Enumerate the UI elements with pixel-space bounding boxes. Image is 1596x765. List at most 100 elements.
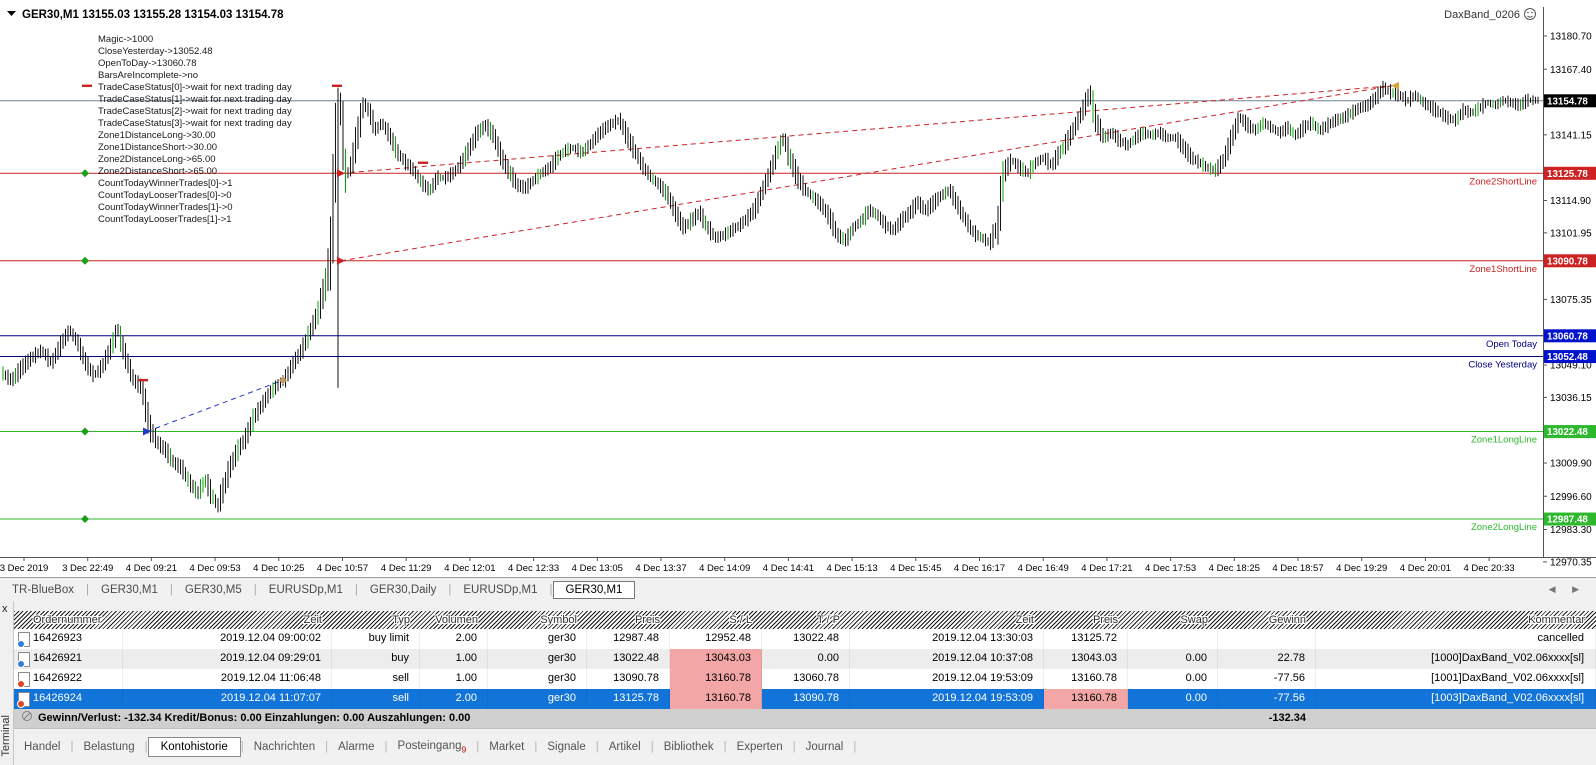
history-row-16426924[interactable]: 164269242019.12.04 11:07:07sell2.00ger30… bbox=[14, 689, 1596, 709]
terminal-tab-signale[interactable]: Signale bbox=[537, 741, 595, 753]
cell-preis: 13022.48 bbox=[587, 649, 670, 669]
ea-annotation: CountTodayWinnerTrades[1]->0 bbox=[98, 202, 233, 213]
cell-sl: 12952.48 bbox=[670, 629, 762, 649]
column-header-zeit[interactable]: Zeit bbox=[850, 611, 1044, 629]
terminal-tab-journal[interactable]: Journal bbox=[796, 741, 854, 753]
cell-swap: 0.00 bbox=[1128, 669, 1218, 689]
terminal-panel: Terminal x OrdernummerZeitTypVolumenSymb… bbox=[0, 601, 1596, 765]
cell-kommentar: [1000]DaxBand_V02.06xxxx[sl] bbox=[1316, 649, 1596, 669]
time-axis-label: 3 Dec 22:49 bbox=[62, 563, 113, 574]
column-header-kommentar[interactable]: Kommentar bbox=[1316, 611, 1596, 629]
column-header-ordernummer[interactable]: Ordernummer bbox=[14, 611, 123, 629]
column-header-tp[interactable]: T / P bbox=[762, 611, 850, 629]
chart-tab-ger30-daily-4[interactable]: GER30,Daily bbox=[358, 584, 448, 596]
terminal-tab-alarme[interactable]: Alarme bbox=[328, 741, 384, 753]
column-header-symbol[interactable]: Symbol bbox=[488, 611, 587, 629]
terminal-sidebar: Terminal bbox=[0, 601, 14, 765]
chart-tab-eurusdp-m1-5[interactable]: EURUSDp,M1 bbox=[451, 584, 549, 596]
price-axis-label: 13036.15 bbox=[1550, 393, 1592, 404]
price-axis-label: 12970.35 bbox=[1550, 557, 1592, 568]
unread-count-badge: 9 bbox=[462, 744, 467, 754]
cell-volumen: 1.00 bbox=[420, 669, 488, 689]
price-axis-label: 12996.60 bbox=[1550, 492, 1592, 503]
ea-annotation: Zone2DistanceLong->65.00 bbox=[98, 154, 216, 165]
terminal-tab-artikel[interactable]: Artikel bbox=[599, 741, 651, 753]
cell-swap bbox=[1128, 629, 1218, 649]
history-row-16426923[interactable]: 164269232019.12.04 09:00:02buy limit2.00… bbox=[14, 629, 1596, 649]
chart-tab-ger30-m1-6[interactable]: GER30,M1 bbox=[553, 581, 636, 599]
cell-typ: buy limit bbox=[332, 629, 420, 649]
price-axis-label: 13101.95 bbox=[1550, 228, 1592, 239]
chart-canvas[interactable]: Zone2ShortLineZone1ShortLineOpen TodayCl… bbox=[0, 0, 1596, 577]
terminal-tab-market[interactable]: Market bbox=[479, 741, 534, 753]
cell-symbol: ger30 bbox=[488, 629, 587, 649]
terminal-tab-belastung[interactable]: Belastung bbox=[73, 741, 144, 753]
terminal-tab-kontohistorie[interactable]: Kontohistorie bbox=[148, 737, 241, 757]
stoploss-dash bbox=[332, 85, 342, 87]
chart-tab-ger30-m5-2[interactable]: GER30,M5 bbox=[173, 584, 254, 596]
terminal-tab-bibliothek[interactable]: Bibliothek bbox=[654, 741, 724, 753]
cell-preis: 13125.78 bbox=[587, 689, 670, 709]
column-header-volumen[interactable]: Volumen bbox=[420, 611, 488, 629]
ea-annotation: Zone1DistanceShort->30.00 bbox=[98, 142, 217, 153]
cell-ordernummer: 16426922 bbox=[14, 669, 123, 689]
price-axis-label: 13167.40 bbox=[1550, 65, 1592, 76]
chart-tab-bar: TR-BlueBox|GER30,M1|GER30,M5|EURUSDp,M1|… bbox=[0, 577, 1596, 601]
time-axis-label: 4 Dec 12:33 bbox=[508, 563, 559, 574]
time-axis-label: 4 Dec 09:53 bbox=[189, 563, 240, 574]
history-table-header: OrdernummerZeitTypVolumenSymbolPreisS / … bbox=[14, 611, 1596, 629]
close-icon[interactable]: x bbox=[2, 604, 8, 614]
cell-swap: 0.00 bbox=[1128, 649, 1218, 669]
time-axis-label: 4 Dec 15:13 bbox=[826, 563, 877, 574]
price-badge-label: 12987.48 bbox=[1547, 515, 1588, 526]
chart-tab-ger30-m1-1[interactable]: GER30,M1 bbox=[89, 584, 170, 596]
ea-annotation: Zone2DistanceShort->65.00 bbox=[98, 166, 217, 177]
ea-annotation: CloseYesterday->13052.48 bbox=[98, 46, 213, 57]
price-axis-label: 12983.30 bbox=[1550, 525, 1592, 536]
cell-gewinn: 22.78 bbox=[1218, 649, 1316, 669]
chart-title: GER30,M1 13155.03 13155.28 13154.03 1315… bbox=[22, 9, 284, 21]
column-header-gewinn[interactable]: Gewinn bbox=[1218, 611, 1316, 629]
tab-separator: | bbox=[853, 741, 856, 753]
summary-icon bbox=[22, 711, 32, 721]
cell-gewinn bbox=[1218, 629, 1316, 649]
time-axis-label: 4 Dec 12:01 bbox=[444, 563, 495, 574]
history-row-16426921[interactable]: 164269212019.12.04 09:29:01buy1.00ger301… bbox=[14, 649, 1596, 669]
time-axis-label: 4 Dec 18:57 bbox=[1272, 563, 1323, 574]
column-header-swap[interactable]: Swap bbox=[1128, 611, 1218, 629]
terminal-tab-handel[interactable]: Handel bbox=[14, 741, 70, 753]
cell-tp: 13090.78 bbox=[762, 689, 850, 709]
tab-scroll-arrows[interactable]: ◀ ▶ bbox=[1549, 584, 1596, 595]
cell-tp: 0.00 bbox=[762, 649, 850, 669]
column-header-zeit[interactable]: Zeit bbox=[123, 611, 332, 629]
price-axis-label: 13180.70 bbox=[1550, 32, 1592, 43]
cell-zeit: 2019.12.04 13:30:03 bbox=[850, 629, 1044, 649]
cell-sl: 13160.78 bbox=[670, 689, 762, 709]
price-badge-label: 13090.78 bbox=[1547, 256, 1588, 267]
column-header-typ[interactable]: Typ bbox=[332, 611, 420, 629]
ea-annotation: CountTodayLooserTrades[1]->1 bbox=[98, 214, 232, 225]
time-axis-label: 4 Dec 19:29 bbox=[1336, 563, 1387, 574]
terminal-tab-nachrichten[interactable]: Nachrichten bbox=[244, 741, 325, 753]
column-header-preis[interactable]: Preis bbox=[1044, 611, 1128, 629]
ea-annotation: TradeCaseStatus[2]->wait for next tradin… bbox=[98, 106, 292, 117]
price-axis-label: 13009.90 bbox=[1550, 459, 1592, 470]
terminal-tab-experten[interactable]: Experten bbox=[727, 741, 793, 753]
terminal-tab-posteingang[interactable]: Posteingang9 bbox=[388, 740, 477, 754]
ea-name-label: DaxBand_0206 bbox=[1444, 9, 1520, 21]
ea-annotation: BarsAreIncomplete->no bbox=[98, 70, 198, 81]
time-axis-label: 4 Dec 16:49 bbox=[1018, 563, 1069, 574]
cell-tp: 13060.78 bbox=[762, 669, 850, 689]
cell-zeit: 2019.12.04 09:29:01 bbox=[123, 649, 332, 669]
cell-zeit: 2019.12.04 19:53:09 bbox=[850, 689, 1044, 709]
history-row-16426922[interactable]: 164269222019.12.04 11:06:48sell1.00ger30… bbox=[14, 669, 1596, 689]
summary-total: -132.34 bbox=[1164, 709, 1306, 728]
hline-label: Zone1LongLine bbox=[1471, 435, 1537, 446]
chart-tab-tr-bluebox-0[interactable]: TR-BlueBox bbox=[0, 584, 86, 596]
chart-tab-eurusdp-m1-3[interactable]: EURUSDp,M1 bbox=[257, 584, 355, 596]
column-header-sl[interactable]: S / L bbox=[670, 611, 762, 629]
column-header-preis[interactable]: Preis bbox=[587, 611, 670, 629]
cell-preis: 13043.03 bbox=[1044, 649, 1128, 669]
time-axis-label: 4 Dec 13:37 bbox=[635, 563, 686, 574]
ea-annotation: CountTodayWinnerTrades[0]->1 bbox=[98, 178, 233, 189]
